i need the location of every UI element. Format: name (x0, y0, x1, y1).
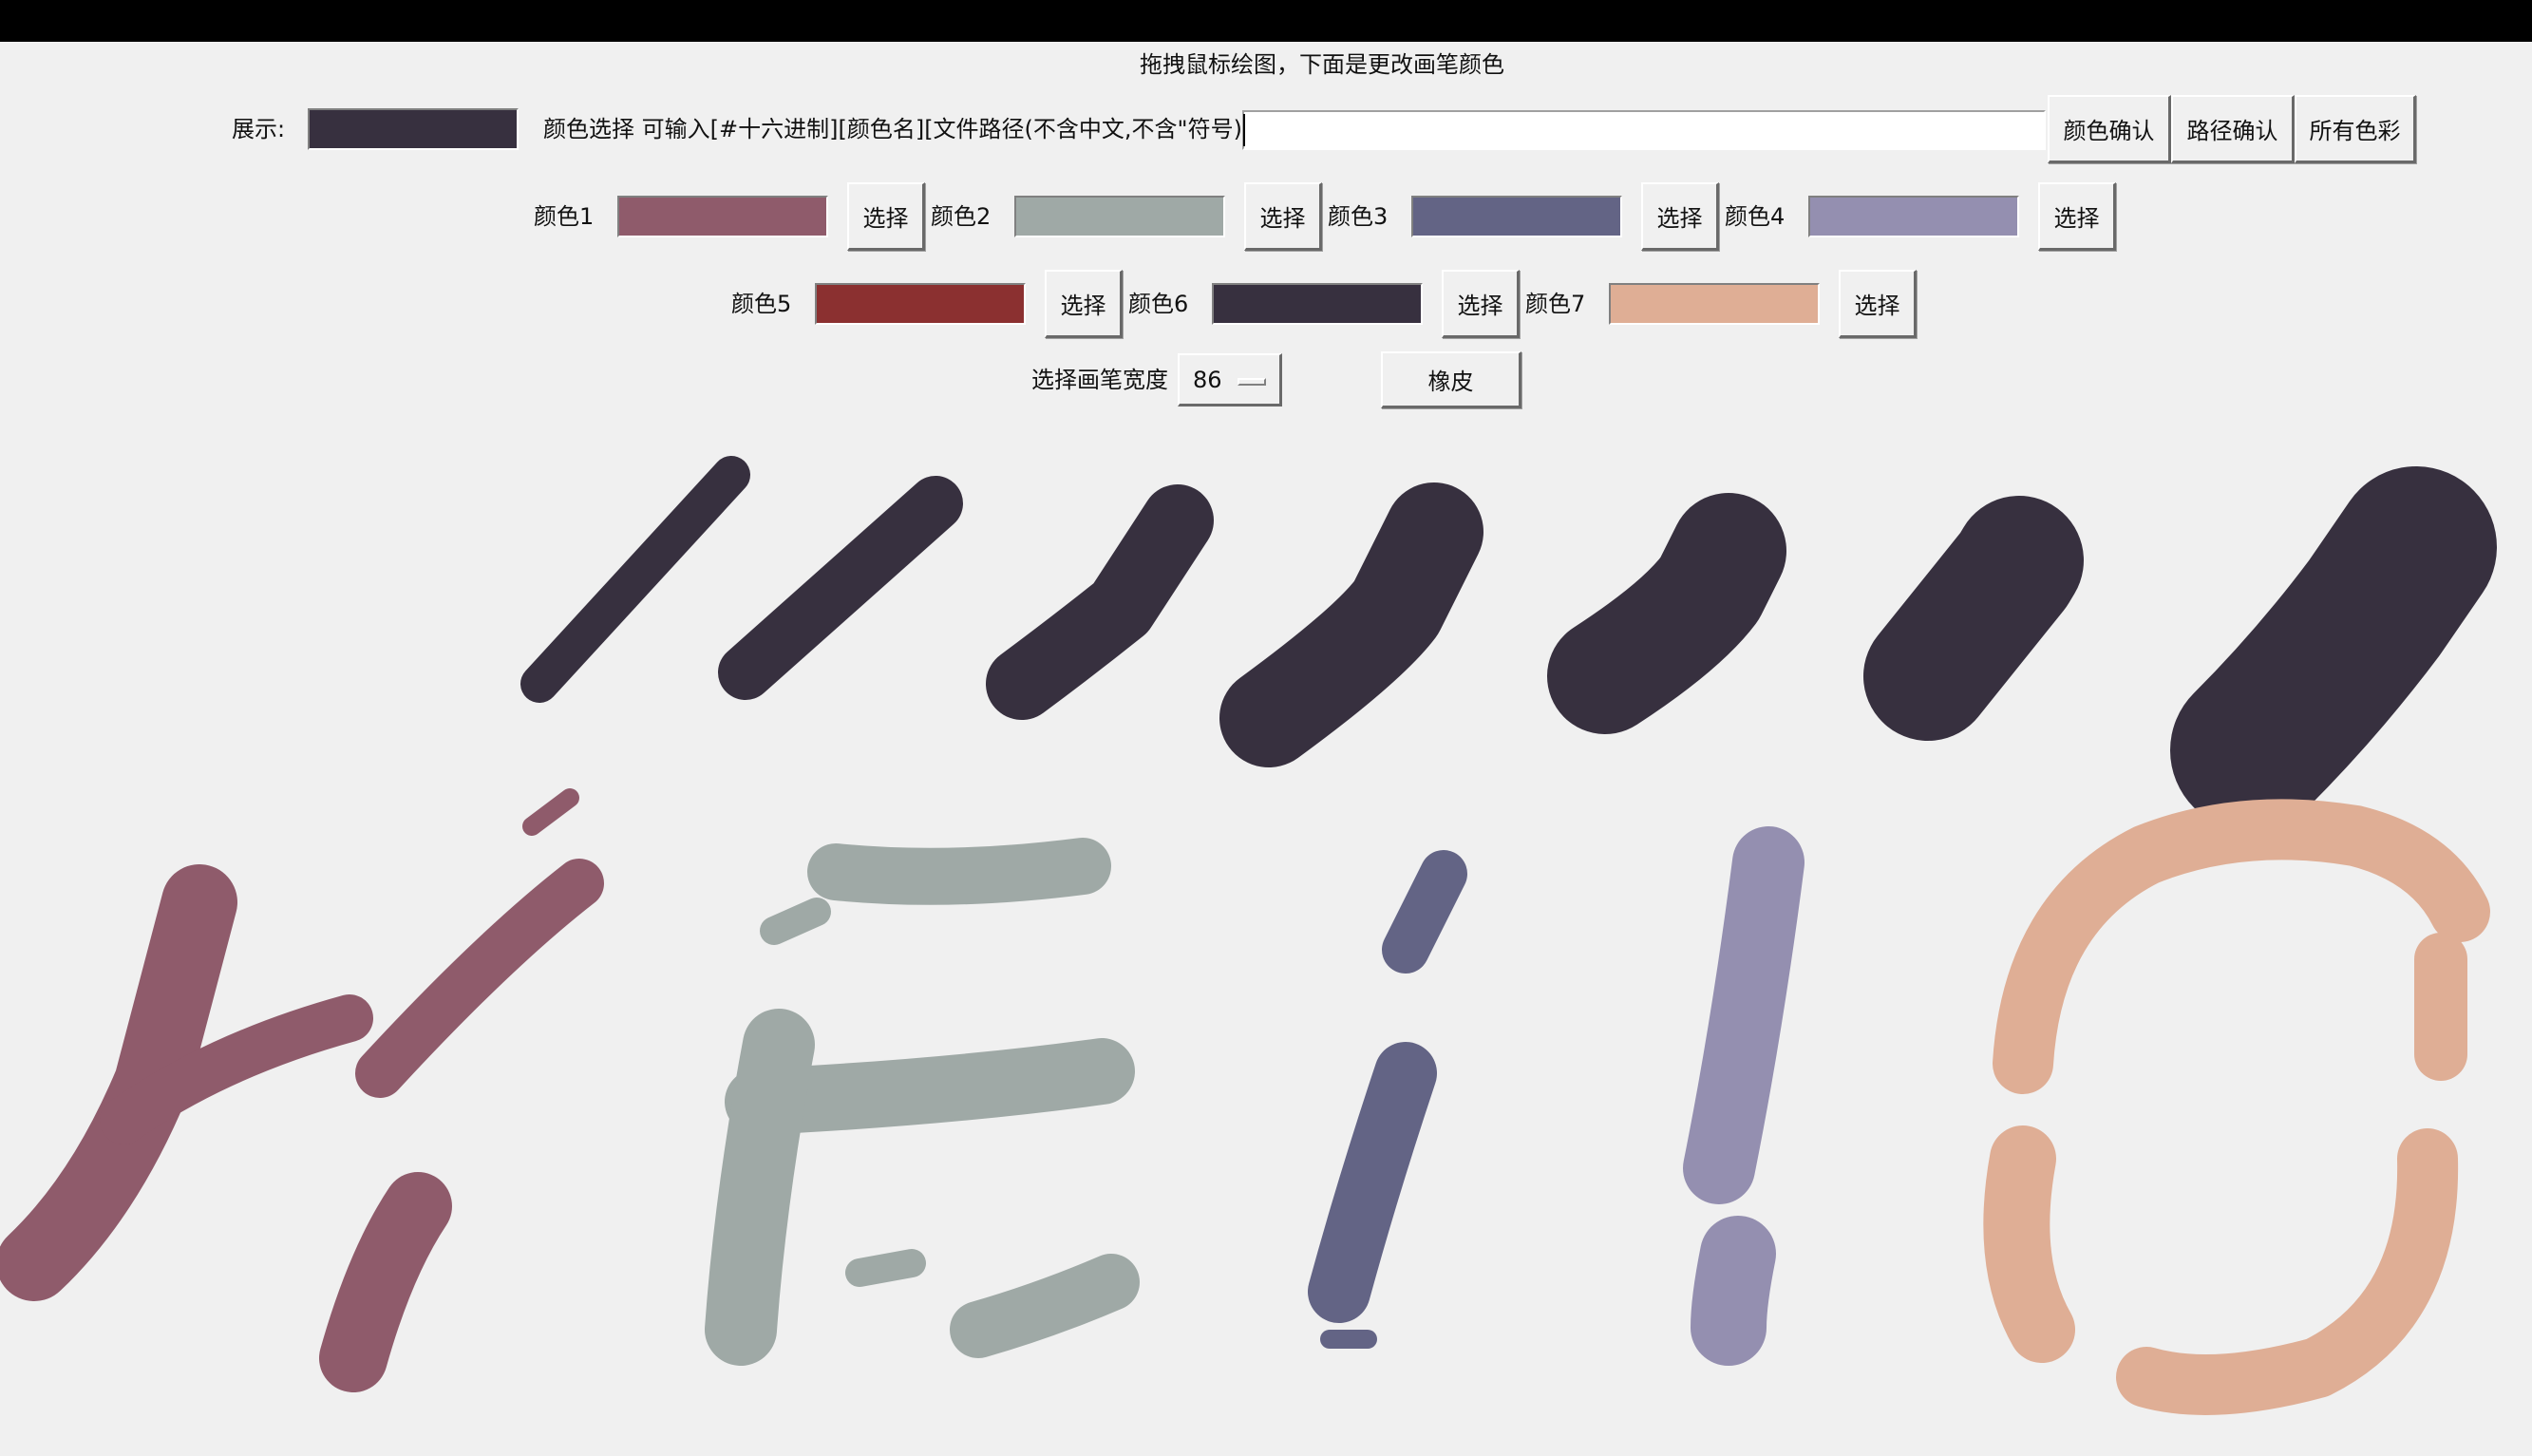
color-1-label: 颜色1 (534, 203, 595, 230)
color-3-swatch (1411, 196, 1622, 237)
stroke-row-6 (1863, 496, 2084, 741)
color-1-swatch (617, 196, 828, 237)
stroke-row-4 (1219, 482, 1483, 767)
all-colors-button[interactable]: 所有色彩 (2295, 95, 2416, 163)
drawing-canvas[interactable] (0, 408, 2532, 1456)
stroke-row-2 (718, 476, 963, 700)
color-7-swatch (1609, 283, 1820, 325)
color-2-select-button[interactable]: 选择 (1244, 182, 1322, 251)
color-3-select-button[interactable]: 选择 (1641, 182, 1719, 251)
color-4-select-button[interactable]: 选择 (2038, 182, 2116, 251)
color-1-select-button[interactable]: 选择 (847, 182, 925, 251)
color-4-label: 颜色4 (1725, 203, 1786, 230)
color-6-select-button[interactable]: 选择 (1442, 270, 1520, 338)
color-4-swatch (1808, 196, 2019, 237)
brush-width-select[interactable]: 86 (1178, 353, 1282, 407)
color-3-label: 颜色3 (1328, 203, 1389, 230)
brush-width-label: 选择画笔宽度 (1031, 367, 1168, 393)
letter-o (1983, 799, 2490, 1415)
color-2-label: 颜色2 (931, 203, 992, 230)
stroke-row-5 (1547, 493, 1786, 734)
color-input-field[interactable] (1242, 110, 2046, 150)
text-caret (1243, 114, 1245, 146)
color-7-label: 颜色7 (1525, 291, 1586, 317)
color-5-label: 颜色5 (731, 291, 792, 317)
eraser-button[interactable]: 橡皮 (1381, 351, 1521, 408)
color-7-select-button[interactable]: 选择 (1839, 270, 1917, 338)
confirm-color-button[interactable]: 颜色确认 (2048, 95, 2171, 163)
color-5-select-button[interactable]: 选择 (1045, 270, 1123, 338)
letter-l2 (1683, 826, 1805, 1366)
display-swatch (308, 108, 519, 150)
confirm-path-button[interactable]: 路径确认 (2171, 95, 2295, 163)
stroke-row-1 (520, 456, 750, 703)
option-menu-indicator-icon (1238, 378, 1266, 386)
color-5-swatch (815, 283, 1026, 325)
color-6-label: 颜色6 (1128, 291, 1189, 317)
brush-width-value: 86 (1193, 366, 1222, 393)
letter-l1 (1308, 850, 1467, 1349)
window-titlebar (0, 0, 2532, 42)
color-input-label: 颜色选择 可输入[#十六进制][颜色名][文件路径(不含中文,不含"符号)] (543, 116, 1252, 142)
display-label: 展示: (232, 116, 286, 142)
color-2-swatch (1014, 196, 1225, 237)
letter-e (705, 838, 1140, 1366)
instruction-text: 拖拽鼠标绘图，下面是更改画笔颜色 (1140, 51, 1504, 78)
letter-h (0, 788, 604, 1392)
color-6-swatch (1212, 283, 1423, 325)
stroke-row-7 (2170, 466, 2497, 831)
stroke-row-3 (986, 484, 1214, 720)
